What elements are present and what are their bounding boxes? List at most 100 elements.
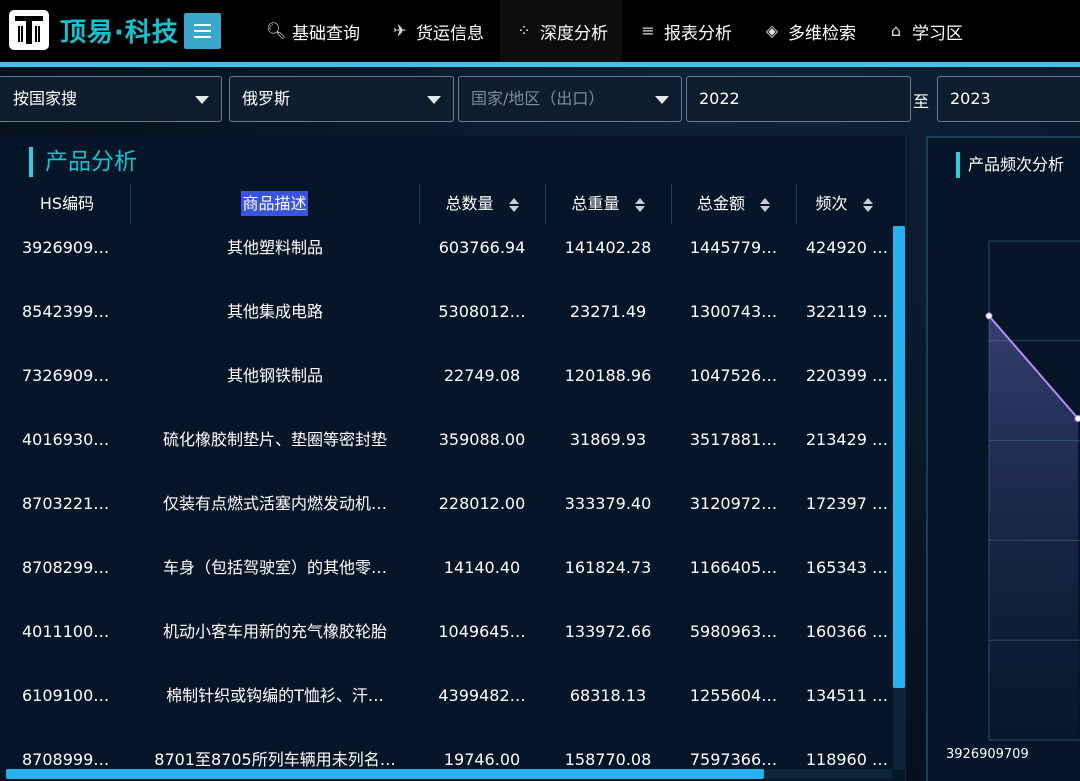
table-row[interactable]: 8708299… 车身（包括驾驶室）的其他零… 14140.40 161824.73 1… [4, 546, 892, 610]
nav-item-deep-analysis[interactable]: ⁘ 深度分析 [500, 0, 622, 62]
cell-hs: 8708299… [22, 558, 110, 577]
nav-item-learning-zone[interactable]: ⌂ 学习区 [872, 0, 977, 62]
search-mode-select[interactable]: 按国家搜 [0, 76, 222, 122]
panel-title: 产品分析 [29, 147, 137, 177]
cell-weight: 333379.40 [564, 494, 652, 513]
cell-qty: 19746.00 [443, 750, 521, 769]
column-header-weight[interactable]: 总重量 [545, 182, 671, 226]
year-to-value: 2023 [950, 89, 991, 108]
cell-amount: 1445779… [689, 238, 778, 257]
cell-amount: 1166405… [689, 558, 778, 577]
year-to-input[interactable]: 2023 [937, 76, 1080, 122]
table-row[interactable]: 3926909… 其他塑料制品 603766.94 141402.28 1445779…… [4, 226, 892, 290]
country-select[interactable]: 俄罗斯 [229, 76, 454, 122]
frequency-chart: 3926909709 [946, 240, 1080, 762]
column-header-amount[interactable]: 总金额 [671, 182, 796, 226]
data-point [1074, 415, 1080, 423]
cell-weight: 23271.49 [569, 302, 647, 321]
table-row[interactable]: 8542399… 其他集成电路 5308012… 23271.49 1300743… 32… [4, 290, 892, 354]
product-analysis-panel: 产品分析 HS编码 商品描述 总数量 总重量 总金额 频次 3926909… 其他… [0, 136, 906, 781]
sort-icon[interactable] [862, 197, 873, 213]
cell-desc: 其他钢铁制品 [226, 366, 323, 385]
cell-freq: 118960 … [805, 750, 888, 769]
chevron-down-icon [195, 96, 209, 104]
cell-qty: 4399482… [438, 686, 526, 705]
sort-icon[interactable] [508, 197, 519, 213]
to-label: 至 [913, 92, 930, 111]
cell-desc: 8701至8705所列车辆用未列名… [154, 750, 396, 769]
chevron-down-icon [655, 96, 669, 104]
gem-icon: ◈ [765, 21, 779, 40]
cell-hs: 4016930… [22, 430, 110, 449]
cell-amount: 5980963… [689, 622, 778, 641]
filter-bar: 按国家搜 俄罗斯 国家/地区（出口） 2022 至 2023 [0, 76, 1080, 122]
export-region-select[interactable]: 国家/地区（出口） [458, 76, 682, 122]
column-header-qty[interactable]: 总数量 [419, 182, 545, 226]
country-value: 俄罗斯 [242, 89, 291, 108]
table-row[interactable]: 4011100… 机动小客车用新的充气橡胶轮胎 1049645… 133972.66 5… [4, 610, 892, 674]
cell-hs: 7326909… [22, 366, 110, 385]
cell-weight: 158770.08 [564, 750, 652, 769]
cell-desc: 机动小客车用新的充气橡胶轮胎 [162, 622, 387, 641]
table-row[interactable]: 8708999… 8701至8705所列车辆用未列名… 19746.00 158770… [4, 738, 892, 771]
column-header-desc[interactable]: 商品描述 [130, 182, 419, 226]
export-region-placeholder: 国家/地区（出口） [471, 89, 605, 108]
table-row[interactable]: 4016930… 硫化橡胶制垫片、垫圈等密封垫 359088.00 31869.93 3… [4, 418, 892, 482]
cell-amount: 3517881… [689, 430, 778, 449]
search-mode-value: 按国家搜 [13, 89, 78, 108]
cell-qty: 14140.40 [443, 558, 521, 577]
nav-item-label: 多维检索 [788, 23, 856, 44]
nav-item-basic-query[interactable]: 🔍︎ 基础查询 [252, 0, 374, 62]
horizontal-scrollbar-thumb[interactable] [6, 769, 764, 779]
cell-freq: 165343 … [805, 558, 888, 577]
column-header-label: 总重量 [571, 194, 620, 213]
nav-item-multi-search[interactable]: ◈ 多维检索 [748, 0, 870, 62]
cell-freq: 322119 … [805, 302, 888, 321]
column-header-label: 总数量 [445, 194, 494, 213]
cell-weight: 133972.66 [564, 622, 652, 641]
nav-item-label: 报表分析 [664, 23, 732, 44]
table-row[interactable]: 6109100… 棉制针织或钩编的T恤衫、汗… 4399482… 68318.13 12… [4, 674, 892, 738]
cell-desc: 其他塑料制品 [226, 238, 323, 257]
cell-desc: 车身（包括驾驶室）的其他零… [162, 558, 387, 577]
nav-item-label: 深度分析 [540, 23, 608, 44]
year-from-value: 2022 [699, 89, 740, 108]
nav-accent-line [0, 62, 1080, 67]
nav-item-report-analysis[interactable]: ≡ 报表分析 [624, 0, 746, 62]
cell-weight: 161824.73 [564, 558, 652, 577]
cell-weight: 68318.13 [569, 686, 647, 705]
analysis-icon: ⁘ [517, 21, 531, 40]
cell-amount: 1047526… [689, 366, 778, 385]
nav-item-label: 学习区 [912, 23, 963, 44]
table-header: HS编码 商品描述 总数量 总重量 总金额 频次 [4, 182, 892, 226]
year-from-input[interactable]: 2022 [686, 76, 911, 122]
table-row[interactable]: 8703221… 仅装有点燃式活塞内燃发动机… 228012.00 333379.40… [4, 482, 892, 546]
main-nav: 🔍︎ 基础查询 ✈ 货运信息 ⁘ 深度分析 ≡ 报表分析 ◈ 多维检索 ⌂ 学习… [252, 0, 979, 62]
nav-item-shipping-info[interactable]: ✈ 货运信息 [376, 0, 498, 62]
table-row[interactable]: 7326909… 其他钢铁制品 22749.08 120188.96 1047526… 2… [4, 354, 892, 418]
brand-name: 顶易·科技 [60, 18, 179, 48]
cell-qty: 1049645… [438, 622, 526, 641]
cell-hs: 6109100… [22, 686, 110, 705]
cell-qty: 228012.00 [438, 494, 526, 513]
cell-hs: 8703221… [22, 494, 110, 513]
cell-hs: 4011100… [22, 622, 110, 641]
cell-freq: 424920 … [805, 238, 888, 257]
logo-icon [9, 10, 49, 50]
cell-freq: 134511 … [805, 686, 888, 705]
column-header-freq[interactable]: 频次 [796, 182, 892, 226]
cell-amount: 1300743… [689, 302, 778, 321]
cell-hs: 8542399… [22, 302, 110, 321]
cell-weight: 31869.93 [569, 430, 647, 449]
sort-icon[interactable] [634, 197, 645, 213]
vertical-scrollbar-thumb[interactable] [893, 226, 905, 688]
column-header-hs[interactable]: HS编码 [4, 182, 130, 226]
hamburger-menu-button[interactable] [184, 13, 221, 49]
nav-item-label: 货运信息 [416, 23, 484, 44]
column-header-label: 频次 [815, 194, 848, 213]
frequency-analysis-panel: 产品频次分析 3926909709 [926, 136, 1080, 781]
airplane-icon: ✈ [393, 21, 407, 40]
cell-desc: 其他集成电路 [226, 302, 323, 321]
cell-freq: 160366 … [805, 622, 888, 641]
sort-icon[interactable] [760, 197, 771, 213]
